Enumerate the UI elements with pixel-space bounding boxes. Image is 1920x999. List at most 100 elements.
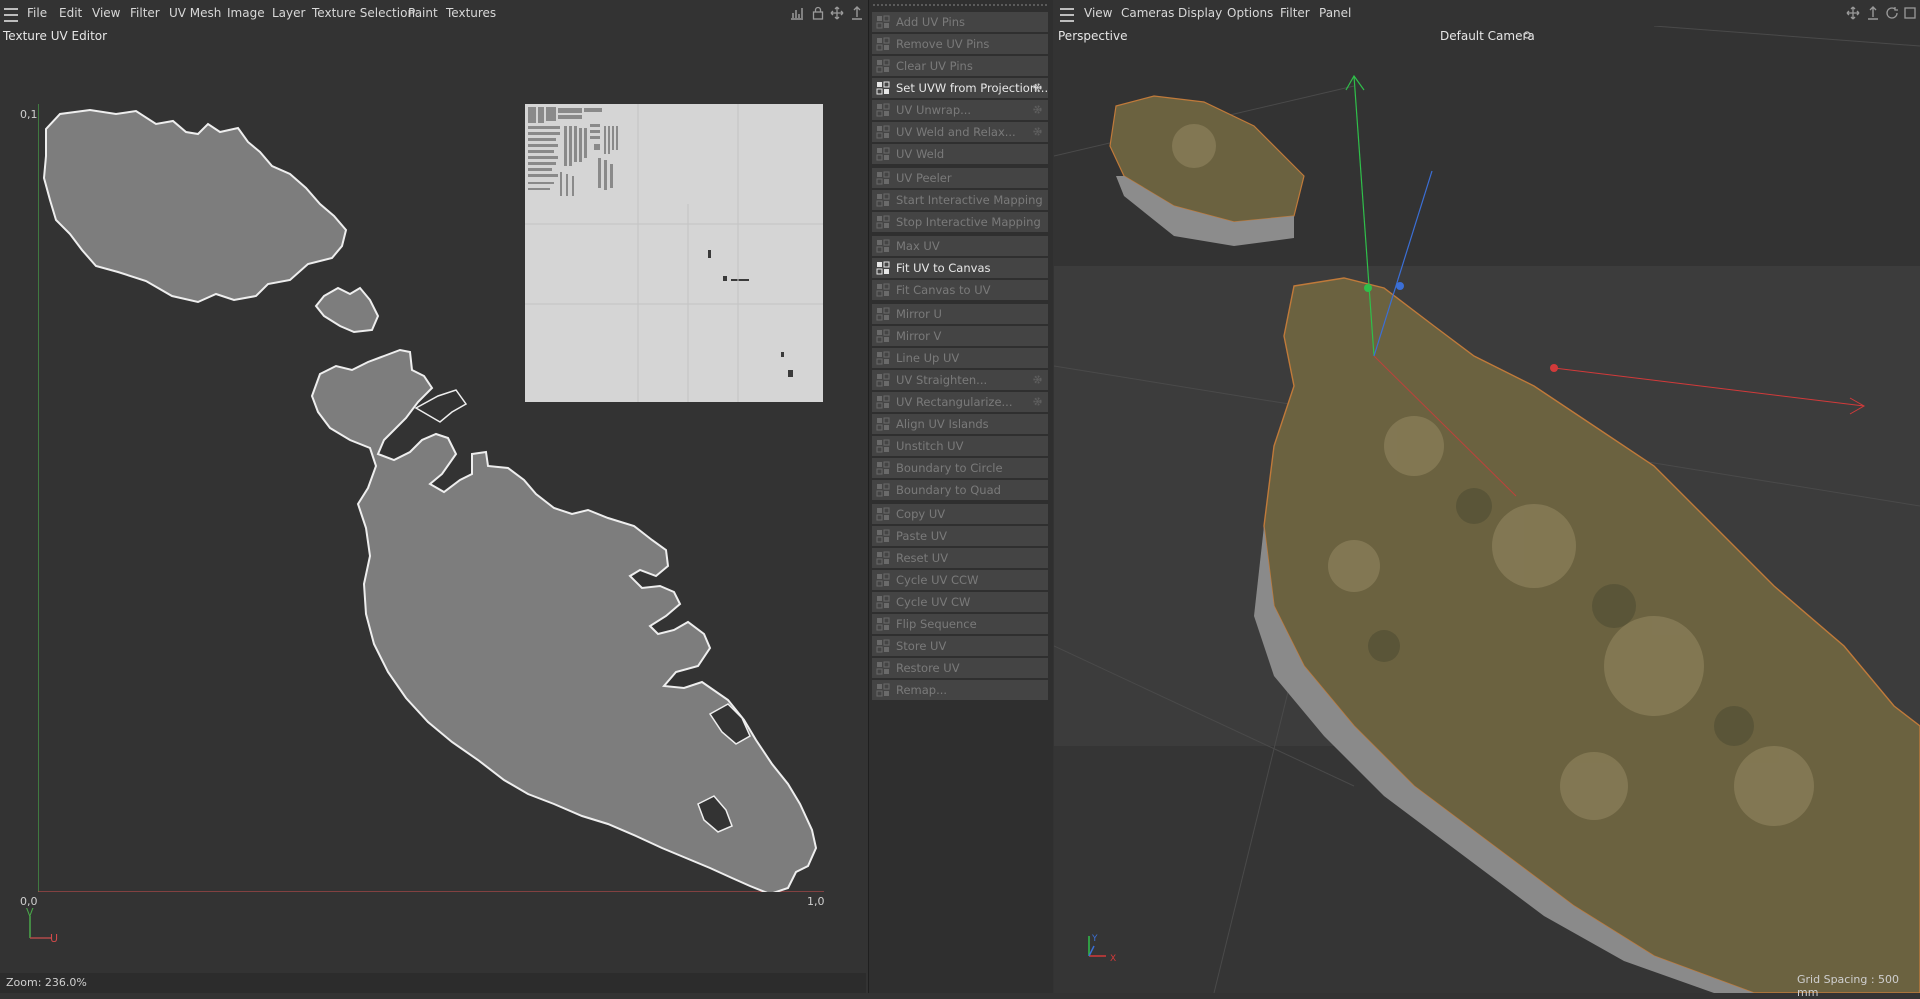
tool-button-uv-unwrap[interactable]: UV Unwrap... (872, 100, 1048, 120)
gear-icon[interactable] (1031, 395, 1044, 408)
maximize-panel-icon[interactable] (1903, 6, 1917, 20)
tool-button-cycle-uv-cw[interactable]: Cycle UV CW (872, 592, 1048, 612)
viewport-menu-display[interactable]: Display (1178, 6, 1222, 20)
tool-icon (876, 483, 890, 497)
menu-image[interactable]: Image (227, 6, 265, 20)
tool-button-flip-sequence[interactable]: Flip Sequence (872, 614, 1048, 634)
tool-button-set-uvw-from-projection[interactable]: Set UVW from Projection... (872, 78, 1048, 98)
hamburger-menu-icon[interactable] (4, 8, 18, 22)
tool-label: Restore UV (896, 661, 960, 675)
tool-icon (876, 417, 890, 431)
viewport-projection-label[interactable]: Perspective (1058, 29, 1128, 43)
tool-icon (876, 239, 890, 253)
uv-canvas[interactable] (38, 104, 824, 892)
tool-button-fit-canvas-to-uv[interactable]: Fit Canvas to UV (872, 280, 1048, 300)
menu-edit[interactable]: Edit (59, 6, 82, 20)
tool-button-start-interactive-mapping[interactable]: Start Interactive Mapping (872, 190, 1048, 210)
tool-button-uv-straighten[interactable]: UV Straighten... (872, 370, 1048, 390)
menu-uv-mesh[interactable]: UV Mesh (169, 6, 221, 20)
tool-label: Remap... (896, 683, 948, 697)
tool-button-line-up-uv[interactable]: Line Up UV (872, 348, 1048, 368)
zoom-view-icon[interactable] (1866, 6, 1880, 20)
tool-label: Store UV (896, 639, 947, 653)
tool-button-uv-peeler[interactable]: UV Peeler (872, 168, 1048, 188)
tool-label: Line Up UV (896, 351, 960, 365)
tool-icon (876, 329, 890, 343)
viewport-camera-label[interactable]: Default Camera (1440, 29, 1535, 43)
grid-spacing-readout: Grid Spacing : 500 mm (1797, 973, 1900, 999)
gear-icon[interactable] (1031, 373, 1044, 386)
tool-button-uv-rectangularize[interactable]: UV Rectangularize... (872, 392, 1048, 412)
tool-label: UV Unwrap... (896, 103, 972, 117)
tool-button-clear-uv-pins[interactable]: Clear UV Pins (872, 56, 1048, 76)
tool-icon (876, 37, 890, 51)
v-axis-label: V (26, 906, 34, 919)
tool-button-remove-uv-pins[interactable]: Remove UV Pins (872, 34, 1048, 54)
tool-button-paste-uv[interactable]: Paste UV (872, 526, 1048, 546)
menu-view[interactable]: View (92, 6, 120, 20)
uv-island-malta[interactable] (310, 348, 818, 892)
histogram-icon[interactable] (790, 6, 804, 20)
tool-button-copy-uv[interactable]: Copy UV (872, 504, 1048, 524)
tool-label: Add UV Pins (896, 15, 966, 29)
gear-icon[interactable] (1031, 125, 1044, 138)
tool-button-add-uv-pins[interactable]: Add UV Pins (872, 12, 1048, 32)
tool-button-store-uv[interactable]: Store UV (872, 636, 1048, 656)
viewport-menu-options[interactable]: Options (1227, 6, 1273, 20)
tool-button-mirror-v[interactable]: Mirror V (872, 326, 1048, 346)
tool-button-mirror-u[interactable]: Mirror U (872, 304, 1048, 324)
tool-label: Remove UV Pins (896, 37, 990, 51)
tool-button-fit-uv-to-canvas[interactable]: Fit UV to Canvas (872, 258, 1048, 278)
tool-label: Boundary to Circle (896, 461, 1003, 475)
tool-icon (876, 573, 890, 587)
tool-button-remap[interactable]: Remap... (872, 680, 1048, 700)
move-view-icon[interactable] (1846, 6, 1860, 20)
viewport-menu-cameras[interactable]: Cameras (1121, 6, 1174, 20)
menu-texture-selection[interactable]: Texture Selection (312, 6, 415, 20)
camera-link-icon[interactable] (1522, 30, 1532, 40)
tool-icon (876, 171, 890, 185)
tool-icon (876, 639, 890, 653)
hamburger-menu-icon[interactable] (1060, 8, 1074, 22)
tool-button-stop-interactive-mapping[interactable]: Stop Interactive Mapping (872, 212, 1048, 232)
tool-button-restore-uv[interactable]: Restore UV (872, 658, 1048, 678)
tool-label: Stop Interactive Mapping (896, 215, 1041, 229)
tool-label: Align UV Islands (896, 417, 989, 431)
tool-label: Flip Sequence (896, 617, 977, 631)
tool-label: Mirror U (896, 307, 942, 321)
u-axis-label: U (50, 932, 59, 945)
tool-button-align-uv-islands[interactable]: Align UV Islands (872, 414, 1048, 434)
menu-file[interactable]: File (27, 6, 47, 20)
tool-icon (876, 551, 890, 565)
3d-viewport-scene[interactable] (1054, 26, 1920, 993)
tool-button-boundary-to-quad[interactable]: Boundary to Quad (872, 480, 1048, 500)
tool-label: Copy UV (896, 507, 946, 521)
gear-icon[interactable] (1031, 103, 1044, 116)
tool-button-max-uv[interactable]: Max UV (872, 236, 1048, 256)
viewport-menu-filter[interactable]: Filter (1280, 6, 1310, 20)
uv-island-comino[interactable] (314, 286, 380, 334)
rotate-view-icon[interactable] (1885, 6, 1899, 20)
tool-button-uv-weld-and-relax[interactable]: UV Weld and Relax... (872, 122, 1048, 142)
menu-textures[interactable]: Textures (446, 6, 496, 20)
move-view-icon[interactable] (830, 6, 844, 20)
tool-button-unstitch-uv[interactable]: Unstitch UV (872, 436, 1048, 456)
tool-icon (876, 307, 890, 321)
tool-icon (876, 81, 890, 95)
uv-editor-menubar: File Edit View Filter UV Mesh Image Laye… (0, 0, 866, 26)
lock-icon[interactable] (811, 6, 825, 20)
menu-filter[interactable]: Filter (130, 6, 160, 20)
uv-island-gozo[interactable] (42, 108, 348, 304)
tool-button-uv-weld[interactable]: UV Weld (872, 144, 1048, 164)
tool-icon (876, 15, 890, 29)
zoom-view-icon[interactable] (850, 6, 864, 20)
gear-icon[interactable] (1031, 81, 1044, 94)
viewport-menu-view[interactable]: View (1084, 6, 1112, 20)
menu-layer[interactable]: Layer (272, 6, 305, 20)
tool-button-reset-uv[interactable]: Reset UV (872, 548, 1048, 568)
viewport-menu-panel[interactable]: Panel (1319, 6, 1351, 20)
tool-button-cycle-uv-ccw[interactable]: Cycle UV CCW (872, 570, 1048, 590)
menu-paint[interactable]: Paint (408, 6, 438, 20)
tool-button-boundary-to-circle[interactable]: Boundary to Circle (872, 458, 1048, 478)
tool-label: Max UV (896, 239, 940, 253)
